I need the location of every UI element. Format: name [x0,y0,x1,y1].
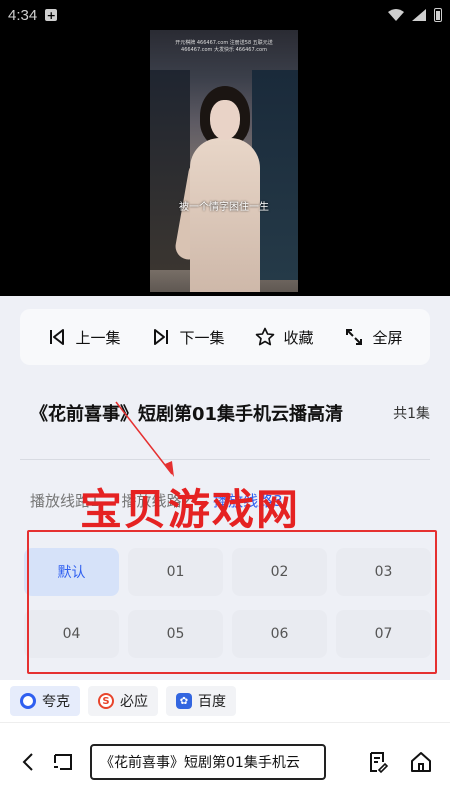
engine-bing[interactable]: S 必应 [88,686,158,716]
notification-icon: + [45,8,58,22]
wifi-icon [388,9,404,21]
edit-button[interactable] [360,745,394,779]
status-bar: 4:34 + [0,0,450,30]
video-subtitle: 被一个情字困住一生 [179,202,269,213]
baidu-icon: ✿ [176,693,192,709]
episode-count[interactable]: 共1集 [393,403,430,423]
engine-baidu-label: 百度 [198,694,226,710]
skip-next-icon [154,329,169,345]
tab-route-1[interactable]: 播放线路1 [30,490,100,516]
fullscreen-icon [346,329,363,345]
next-episode-button[interactable]: 下一集 [151,327,225,348]
star-icon [256,327,275,346]
episode-default[interactable]: 默认 [24,548,119,596]
status-icons [388,8,442,22]
episode-04[interactable]: 04 [24,610,119,658]
address-bar[interactable]: 《花前喜事》短剧第01集手机云 [90,743,326,780]
prev-episode-label: 上一集 [75,328,121,347]
route-tabs: 播放线路1 播放线路2 播放线路3 [30,490,283,516]
episode-07[interactable]: 07 [336,610,431,658]
search-engine-bar: 夸克 S 必应 ✿ 百度 [0,680,450,722]
fullscreen-button[interactable]: 全屏 [344,327,403,348]
toolbar-right [360,745,438,779]
engine-quark-label: 夸克 [42,694,70,710]
divider [20,459,430,460]
battery-icon [434,8,442,22]
figure-body [190,138,260,292]
episode-03[interactable]: 03 [336,548,431,596]
fullscreen-label: 全屏 [372,328,403,347]
signal-icon [412,9,426,21]
tabs-icon [54,753,72,770]
status-time: 4:34 [8,6,38,24]
episode-grid: 默认 01 02 03 04 05 06 07 [24,548,436,658]
video-watermark: 开元棋牌 466467.com 注册送58 五联元送 466467.com 大发… [150,40,298,54]
title-row: 《花前喜事》短剧第01集手机云播高清 共1集 [30,398,430,428]
video-watermark-line2: 466467.com 大发快乐 466467.com [181,47,267,53]
skip-previous-icon [50,329,65,345]
home-button[interactable] [404,745,438,779]
favorite-button[interactable]: 收藏 [255,327,314,348]
prev-episode-button[interactable]: 上一集 [47,327,121,348]
bottom-toolbar: 《花前喜事》短剧第01集手机云 [0,722,450,800]
chevron-left-icon [22,752,33,771]
engine-quark[interactable]: 夸克 [10,686,80,716]
back-button[interactable] [12,745,46,779]
figure-face [210,100,240,140]
engine-baidu[interactable]: ✿ 百度 [166,686,236,716]
tabs-button[interactable] [46,745,80,779]
favorite-label: 收藏 [283,328,314,347]
home-icon [411,751,431,772]
edit-note-icon [370,751,389,773]
video-title: 《花前喜事》短剧第01集手机云播高清 [30,404,344,425]
tab-route-2[interactable]: 播放线路2 [122,490,192,516]
episode-01[interactable]: 01 [128,548,223,596]
video-player[interactable]: 开元棋牌 466467.com 注册送58 五联元送 466467.com 大发… [0,30,450,296]
player-controls: 上一集 下一集 收藏 全屏 [20,309,430,365]
episode-06[interactable]: 06 [232,610,327,658]
sogou-icon: S [98,693,114,709]
next-episode-label: 下一集 [179,328,225,347]
video-frame[interactable]: 开元棋牌 466467.com 注册送58 五联元送 466467.com 大发… [150,30,298,292]
episode-05[interactable]: 05 [128,610,223,658]
tab-route-3[interactable]: 播放线路3 [213,490,283,516]
episode-02[interactable]: 02 [232,548,327,596]
video-watermark-line1: 开元棋牌 466467.com 注册送58 五联元送 [175,40,273,46]
quark-icon [20,693,36,709]
engine-bing-label: 必应 [120,694,148,710]
